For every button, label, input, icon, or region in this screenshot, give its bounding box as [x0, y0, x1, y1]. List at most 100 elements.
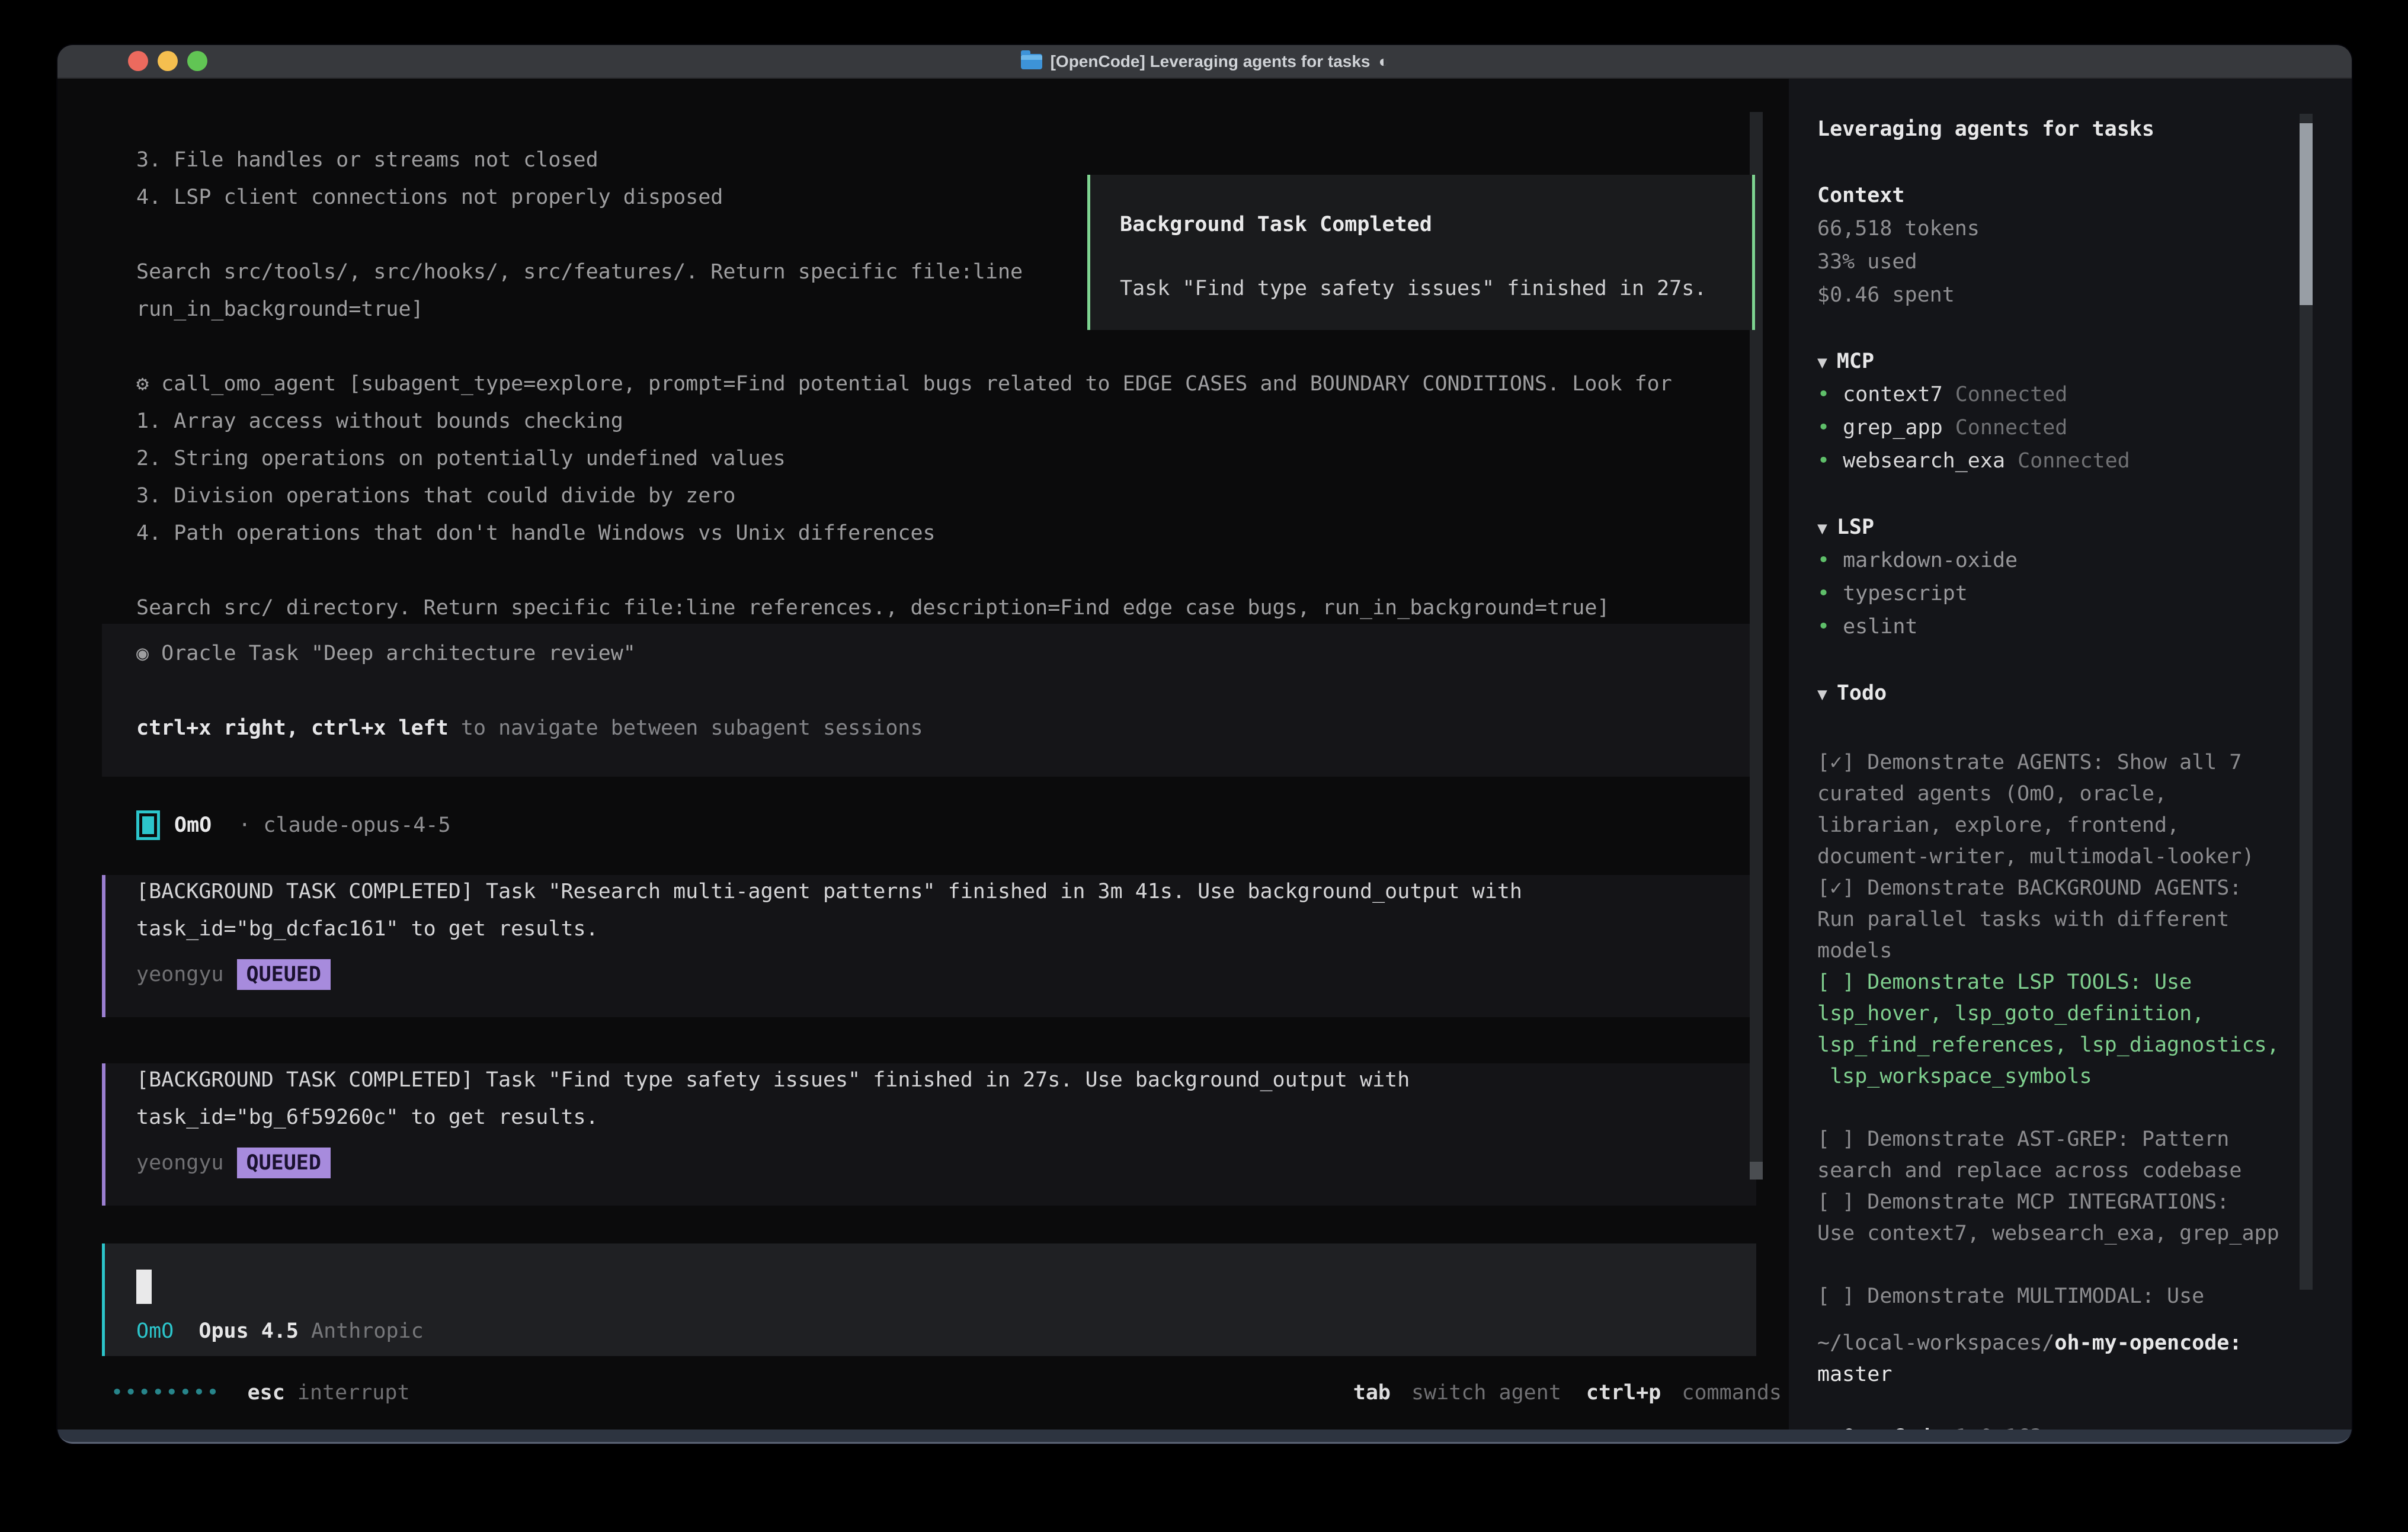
subagent-nav-hint: ctrl+x right, ctrl+x left to navigate be… — [136, 716, 923, 740]
agent-header: OmO · claude-opus-4-5 — [136, 806, 451, 844]
mcp-item: • grep_app Connected — [1817, 416, 2067, 440]
author-label: yeongyu — [136, 963, 224, 986]
status-bar: •••••••• esc interrupt tab switch agent … — [57, 1374, 1789, 1411]
active-agent-label: OmO — [136, 1319, 174, 1343]
screen: [OpenCode] Leveraging agents for tasks ◐… — [0, 0, 2408, 1532]
agent-name: OmO — [174, 813, 212, 837]
lsp-item: •typescript — [1817, 582, 1968, 605]
key-hint: ctrl+x right — [136, 716, 286, 740]
lsp-section-header[interactable]: ▼ LSP — [1817, 515, 1874, 539]
terminal-line: Search src/ directory. Return specific f… — [136, 589, 1741, 627]
bullet-icon: • — [1817, 416, 1830, 440]
task-message-line: [BACKGROUND TASK COMPLETED] Task "Find t… — [136, 1068, 1410, 1092]
agent-icon — [136, 810, 160, 840]
todo-line: [ ] Demonstrate MCP INTEGRATIONS: — [1817, 1187, 2339, 1218]
mcp-server-status: Connected — [1955, 416, 2068, 440]
todo-list: [✓] Demonstrate AGENTS: Show all 7curate… — [1817, 747, 2339, 1312]
hint-text: to navigate between subagent sessions — [449, 716, 923, 740]
terminal-line: ⚙ call_omo_agent [subagent_type=explore,… — [136, 366, 1741, 403]
workspace-path-project: oh-my-opencode: — [2054, 1331, 2242, 1355]
todo-line: [ ] Demonstrate AST-GREP: Pattern — [1817, 1124, 2339, 1155]
background-task-toast: Background Task Completed Task "Find typ… — [1087, 175, 1755, 330]
mcp-server-status: Connected — [2018, 449, 2130, 473]
todo-line: lsp_hover, lsp_goto_definition, — [1817, 998, 2339, 1030]
todo-section-header[interactable]: ▼Todo — [1817, 681, 1887, 705]
ctrl-p-key: ctrl+p — [1586, 1381, 1661, 1405]
chat-pane: 3. File handles or streams not closed4. … — [57, 79, 1789, 1430]
terminal-window: [OpenCode] Leveraging agents for tasks ◐… — [57, 45, 2352, 1444]
todo-line: models — [1817, 935, 2339, 967]
bullet-icon: • — [1817, 582, 1830, 605]
window-title: [OpenCode] Leveraging agents for tasks — [1051, 52, 1370, 71]
context-spent: $0.46 spent — [1817, 283, 1955, 307]
todo-line: document-writer, multimodal-looker) — [1817, 841, 2339, 873]
mcp-server-name: grep_app — [1843, 416, 1943, 440]
active-model-label[interactable]: Opus 4.5 — [198, 1319, 299, 1343]
todo-line: lsp_find_references, lsp_diagnostics, — [1817, 1030, 2339, 1061]
ctrl-p-label: commands — [1669, 1381, 1782, 1405]
key-hint: ctrl+x left — [311, 716, 449, 740]
bullet-icon: • — [1817, 615, 1830, 639]
mcp-server-name: context7 — [1843, 383, 1943, 406]
task-message-line: [BACKGROUND TASK COMPLETED] Task "Resear… — [136, 880, 1522, 903]
todo-line: Use context7, websearch_exa, grep_app — [1817, 1218, 2339, 1249]
mcp-server-name: websearch_exa — [1843, 449, 2005, 473]
oracle-task-card: ◉ Oracle Task "Deep architecture review"… — [102, 624, 1756, 777]
todo-line — [1817, 1092, 2339, 1124]
todo-line: librarian, explore, frontend, — [1817, 810, 2339, 841]
esc-hint: esc interrupt — [248, 1381, 410, 1405]
sidebar-scrollbar[interactable] — [2300, 114, 2313, 1290]
working-spinner-dots: •••••••• — [111, 1381, 220, 1405]
todo-line: lsp_workspace_symbols — [1817, 1061, 2339, 1092]
window-bottom-edge — [57, 1430, 2352, 1444]
todo-line: [ ] Demonstrate MULTIMODAL: Use — [1817, 1281, 2339, 1312]
bullet-icon: • — [1817, 549, 1830, 572]
context-tokens: 66,518 tokens — [1817, 217, 1980, 241]
window-title-area: [OpenCode] Leveraging agents for tasks ◐ — [57, 45, 2352, 78]
tab-key: tab — [1353, 1381, 1391, 1405]
input-footer: OmO Opus 4.5 Anthropic — [136, 1313, 424, 1349]
todo-line: search and replace across codebase — [1817, 1155, 2339, 1187]
oracle-task-label: ◉ Oracle Task "Deep architecture review" — [136, 642, 636, 665]
mcp-server-status: Connected — [1955, 383, 2068, 406]
workspace-path-prefix: ~/local-workspaces/ — [1817, 1331, 2054, 1355]
todo-line: Run parallel tasks with different — [1817, 904, 2339, 935]
terminal-line: 1. Array access without bounds checking — [136, 403, 1741, 440]
key-hint-sep: , — [286, 716, 311, 740]
esc-label: interrupt — [285, 1381, 410, 1405]
prompt-input[interactable]: OmO Opus 4.5 Anthropic — [102, 1243, 1756, 1356]
text-cursor — [136, 1270, 152, 1304]
mcp-section-header[interactable]: ▼ MCP — [1817, 350, 1874, 373]
terminal-line — [136, 328, 1741, 366]
task-message-line: task_id="bg_6f59260c" to get results. — [136, 1105, 598, 1129]
workspace-path: ~/local-workspaces/oh-my-opencode: — [1817, 1331, 2242, 1355]
chat-scrollbar-thumb[interactable] — [1750, 1162, 1763, 1180]
terminal-line: 3. Division operations that could divide… — [136, 477, 1741, 515]
sidebar-scrollbar-thumb[interactable] — [2300, 123, 2313, 305]
context-heading: Context — [1817, 184, 1905, 207]
lsp-server-name: eslint — [1843, 615, 1917, 639]
terminal-line — [136, 552, 1741, 589]
author-label: yeongyu — [136, 1151, 224, 1175]
titlebar: [OpenCode] Leveraging agents for tasks ◐ — [57, 45, 2352, 79]
background-task-message: [BACKGROUND TASK COMPLETED] Task "Find t… — [102, 1063, 1756, 1206]
agent-model: · claude-opus-4-5 — [226, 813, 450, 837]
folder-icon — [1021, 54, 1042, 69]
lsp-item: • eslint — [1817, 615, 1918, 639]
queued-badge: QUEUED — [237, 959, 331, 990]
terminal-line: 3. File handles or streams not closed — [136, 142, 1741, 179]
mcp-item: •context7 Connected — [1817, 383, 2067, 406]
chevron-down-icon: ▼ — [1817, 684, 1827, 704]
chevron-down-icon: ▼ — [1817, 352, 1827, 372]
session-sidebar: Leveraging agents for tasks Context 66,5… — [1789, 79, 2352, 1430]
tab-label: switch agent — [1399, 1381, 1561, 1405]
chevron-down-icon: ▼ — [1817, 518, 1827, 538]
todo-line: [✓] Demonstrate BACKGROUND AGENTS: — [1817, 873, 2339, 904]
terminal-line: 2. String operations on potentially unde… — [136, 440, 1741, 477]
lsp-item: •markdown-oxide — [1817, 549, 2018, 572]
lsp-heading: LSP — [1837, 515, 1874, 539]
session-title: Leveraging agents for tasks — [1817, 117, 2154, 141]
mcp-heading: MCP — [1837, 350, 1874, 373]
context-used: 33% used — [1817, 250, 1917, 274]
todo-line: [✓] Demonstrate AGENTS: Show all 7 — [1817, 747, 2339, 778]
